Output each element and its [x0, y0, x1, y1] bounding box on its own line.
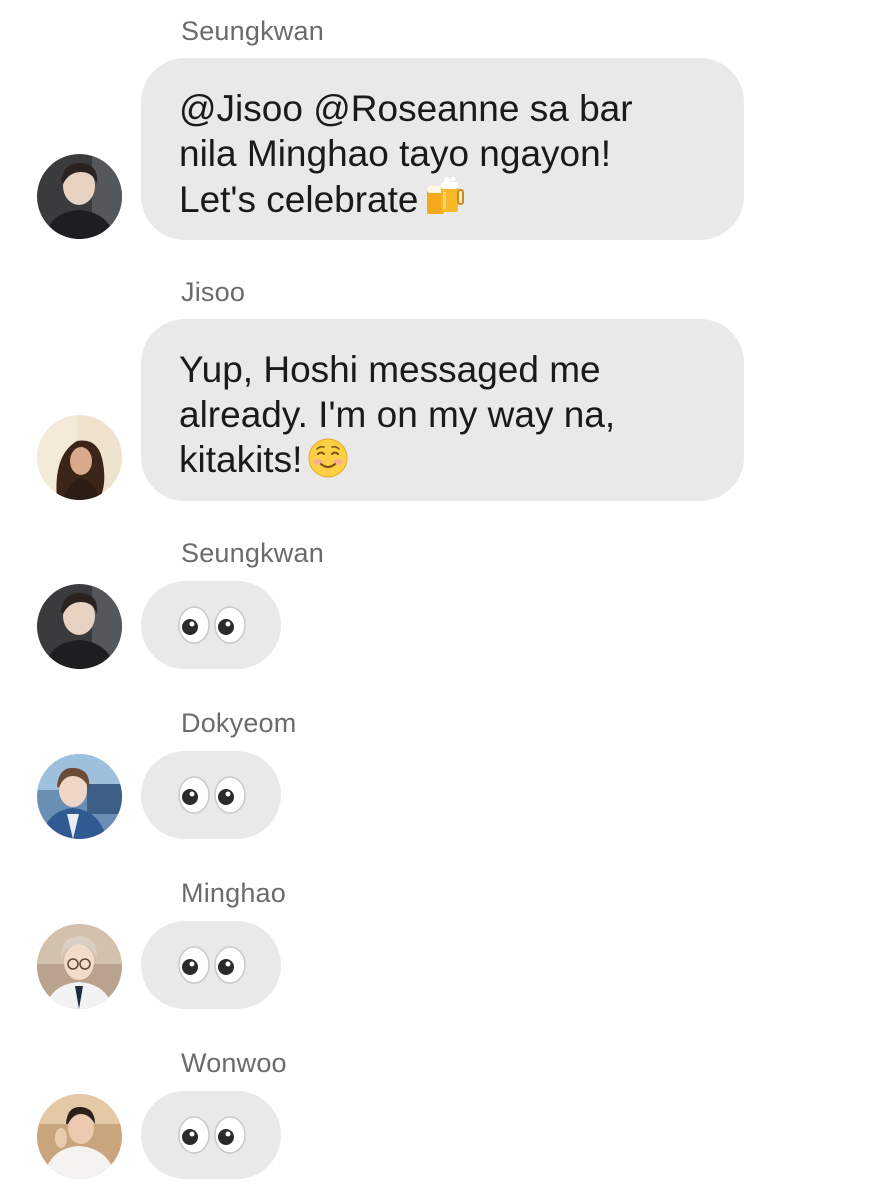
message-bubble[interactable]: [141, 921, 281, 1009]
smiling-face-icon: [308, 438, 348, 478]
sender-name: Wonwoo: [181, 1048, 287, 1078]
eyes-icon: [178, 776, 246, 814]
message-bubble[interactable]: [141, 751, 281, 839]
avatar-seungkwan[interactable]: [37, 154, 122, 239]
avatar-jisoo[interactable]: [37, 415, 122, 500]
message-text: @Jisoo @Roseanne sa bar nila Minghao tay…: [179, 88, 633, 220]
sender-name: Seungkwan: [181, 16, 324, 46]
sender-name: Seungkwan: [181, 538, 324, 568]
message-bubble[interactable]: @Jisoo @Roseanne sa bar nila Minghao tay…: [141, 58, 744, 240]
sender-name: Dokyeom: [181, 708, 297, 738]
message-text: Yup, Hoshi messaged me already. I'm on m…: [179, 349, 616, 480]
avatar-dokyeom[interactable]: [37, 754, 122, 839]
eyes-icon: [178, 1116, 246, 1154]
chat-thread: Seungkwan @Jisoo @Roseanne sa bar nila M…: [0, 0, 878, 1200]
sender-name: Minghao: [181, 878, 286, 908]
avatar-wonwoo[interactable]: [37, 1094, 122, 1179]
eyes-icon: [178, 946, 246, 984]
message-bubble[interactable]: Yup, Hoshi messaged me already. I'm on m…: [141, 319, 744, 501]
beer-mugs-icon: [426, 176, 464, 214]
message-bubble[interactable]: [141, 1091, 281, 1179]
sender-name: Jisoo: [181, 277, 246, 307]
avatar-seungkwan[interactable]: [37, 584, 122, 669]
message-bubble[interactable]: [141, 581, 281, 669]
eyes-icon: [178, 606, 246, 644]
avatar-minghao[interactable]: [37, 924, 122, 1009]
